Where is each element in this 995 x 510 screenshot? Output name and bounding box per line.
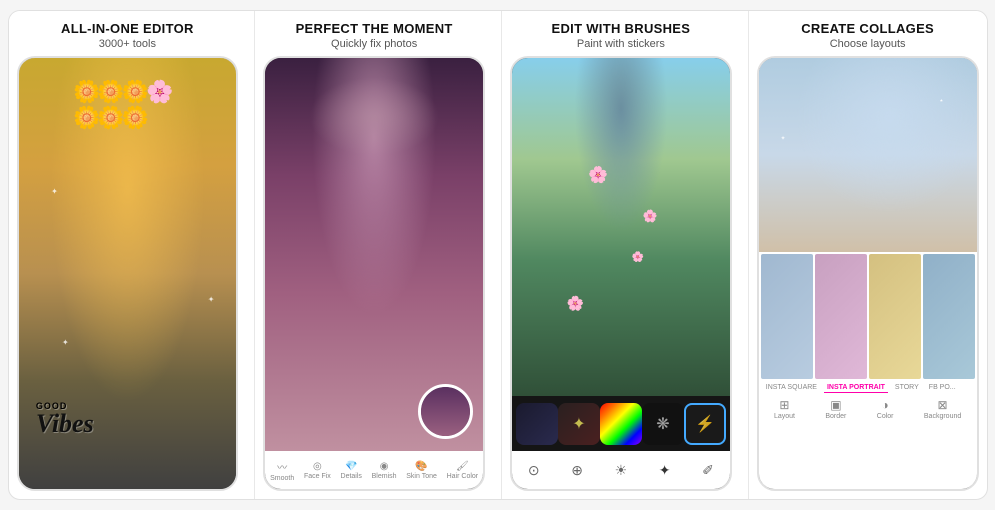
collage-cell-4 <box>923 254 975 379</box>
brush-tool2-icon[interactable]: ⊕ <box>571 462 583 479</box>
tb-haircolor-label: Hair Color <box>447 473 479 480</box>
brush-tool5-icon[interactable]: ✐ <box>702 462 714 479</box>
facefix-icon: ◎ <box>313 461 322 472</box>
panel4-phone: ⋆ ✦ INSTA SQUARE INSTA PORTRAIT STORY <box>757 56 979 491</box>
layout-action-layout-label: Layout <box>774 413 795 420</box>
haircolor-icon: 🖌 <box>456 461 469 472</box>
tab-insta-portrait[interactable]: INSTA PORTRAIT <box>824 383 888 393</box>
panel-moment: PERFECT THE MOMENT Quickly fix photos 〰 … <box>254 11 493 499</box>
sparkle-dot1: ⋆ <box>939 96 944 105</box>
tab-story[interactable]: STORY <box>892 383 922 393</box>
layout-tabs-row: INSTA SQUARE INSTA PORTRAIT STORY FB PO.… <box>759 381 977 395</box>
panel3-subtitle: Paint with stickers <box>514 38 728 50</box>
panel2-header: PERFECT THE MOMENT Quickly fix photos <box>255 11 493 56</box>
border-icon: ▣ <box>830 398 841 412</box>
panel1-phone: 🌼🌼🌼🌸🌼🌼🌼 ✦ ✦ ✦ GOOD Vibes 🏅 Gold 🔧 Tools … <box>17 56 239 491</box>
panel4-inner: ⋆ ✦ INSTA SQUARE INSTA PORTRAIT STORY <box>759 58 977 489</box>
collage-cell-2 <box>815 254 867 379</box>
face-circle-overlay <box>418 384 473 439</box>
layout-action-border[interactable]: ▣ Border <box>825 398 846 420</box>
skintone-icon: 🎨 <box>415 461 427 472</box>
tab-insta-square[interactable]: INSTA SQUARE <box>763 383 820 393</box>
panel2-subtitle: Quickly fix photos <box>267 38 481 50</box>
layout-action-border-label: Border <box>825 413 846 420</box>
flower-crown-decor: 🌼🌼🌼🌸🌼🌼🌼 <box>73 79 182 131</box>
panel3-bg-image <box>512 58 730 396</box>
collage-cell-1 <box>761 254 813 379</box>
tb-haircolor[interactable]: 🖌 Hair Color <box>447 461 479 480</box>
panel1-title: ALL-IN-ONE EDITOR <box>21 21 235 37</box>
tb-facefix-label: Face Fix <box>304 473 331 480</box>
panel2-toolbar: 〰 Smooth ◎ Face Fix 💎 Details ◉ Blemish … <box>265 451 483 489</box>
panel2-phone: 〰 Smooth ◎ Face Fix 💎 Details ◉ Blemish … <box>263 56 485 491</box>
tb-blemish[interactable]: ◉ Blemish <box>372 461 397 480</box>
panel2-title: PERFECT THE MOMENT <box>267 21 481 37</box>
collage-top-person <box>759 58 977 252</box>
flower-sticker3: 🌸 <box>566 295 583 312</box>
flower-sticker4: 🌸 <box>632 252 644 263</box>
sparkle3: ✦ <box>62 338 69 347</box>
panel-collages: CREATE COLLAGES Choose layouts ⋆ ✦ <box>748 11 987 499</box>
layout-toolbar: INSTA SQUARE INSTA PORTRAIT STORY FB PO.… <box>759 381 977 489</box>
flower-sticker1: 🌸 <box>588 165 608 185</box>
sparkle-dot2: ✦ <box>781 135 786 142</box>
sticker-item-rainbow[interactable] <box>600 403 642 445</box>
layout-action-background-label: Background <box>924 413 961 420</box>
layout-action-color-label: Color <box>877 413 894 420</box>
collage-main-photo: ⋆ ✦ <box>759 58 977 252</box>
sticker-item-selected[interactable]: ⚡ <box>684 403 726 445</box>
layout-action-background[interactable]: ⊠ Background <box>924 398 961 420</box>
brush-tool4-icon[interactable]: ✦ <box>659 462 671 479</box>
tb-skintone-label: Skin Tone <box>406 473 437 480</box>
collage-cell-3 <box>869 254 921 379</box>
panel3-phone: 🌸 🌸 🌸 🌸 ✦ ❋ ⚡ ⊙ ⊕ ☀ ✦ ✐ <box>510 56 732 491</box>
layout-action-layout[interactable]: ⊞ Layout <box>774 398 795 420</box>
tb-smooth-label: Smooth <box>270 475 294 482</box>
sparkle2: ✦ <box>208 295 215 304</box>
color-icon: ◑ <box>882 398 889 412</box>
sparkle1: ✦ <box>51 187 58 196</box>
panel3-header: EDIT WITH BRUSHES Paint with stickers <box>502 11 740 56</box>
app-container: ALL-IN-ONE EDITOR 3000+ tools 🌼🌼🌼🌸🌼🌼🌼 ✦ … <box>8 10 988 500</box>
panel-editor: ALL-IN-ONE EDITOR 3000+ tools 🌼🌼🌼🌸🌼🌼🌼 ✦ … <box>9 11 247 499</box>
tb-skintone[interactable]: 🎨 Skin Tone <box>406 461 437 480</box>
sticker-item-glow[interactable]: ✦ <box>558 403 600 445</box>
layout-icon: ⊞ <box>779 398 789 412</box>
sticker-item-dark1[interactable] <box>516 403 558 445</box>
tb-blemish-label: Blemish <box>372 473 397 480</box>
vibes-overlay: GOOD Vibes <box>36 402 94 437</box>
tb-smooth[interactable]: 〰 Smooth <box>270 459 294 482</box>
vibes-text-main: Vibes <box>36 409 94 438</box>
brush-tool1-icon[interactable]: ⊙ <box>528 462 540 479</box>
smooth-icon: 〰 <box>277 459 287 474</box>
panel4-header: CREATE COLLAGES Choose layouts <box>749 11 987 56</box>
panel3-title: EDIT WITH BRUSHES <box>514 21 728 37</box>
sticker-picker-toolbar: ✦ ❋ ⚡ <box>512 396 730 451</box>
panel1-header: ALL-IN-ONE EDITOR 3000+ tools <box>9 11 247 56</box>
background-icon: ⊠ <box>938 398 948 412</box>
collage-grid-section <box>759 252 977 381</box>
sticker-item-star[interactable]: ❋ <box>642 403 684 445</box>
brush-tool3-icon[interactable]: ☀ <box>615 462 628 479</box>
flower-sticker2: 🌸 <box>643 209 658 223</box>
details-icon: 💎 <box>345 461 357 472</box>
layout-action-color[interactable]: ◑ Color <box>877 398 894 420</box>
tb-details-label: Details <box>341 473 362 480</box>
tab-fb[interactable]: FB PO... <box>926 383 959 393</box>
layout-actions-row: ⊞ Layout ▣ Border ◑ Color ⊠ <box>759 395 977 423</box>
blemish-icon: ◉ <box>380 461 389 472</box>
tb-details[interactable]: 💎 Details <box>341 461 362 480</box>
tb-facefix[interactable]: ◎ Face Fix <box>304 461 331 480</box>
panel4-title: CREATE COLLAGES <box>761 21 975 37</box>
panel-brushes: EDIT WITH BRUSHES Paint with stickers 🌸 … <box>501 11 740 499</box>
brush-bottom-toolbar: ⊙ ⊕ ☀ ✦ ✐ <box>512 451 730 489</box>
panel1-subtitle: 3000+ tools <box>21 38 235 50</box>
panel4-subtitle: Choose layouts <box>761 38 975 50</box>
